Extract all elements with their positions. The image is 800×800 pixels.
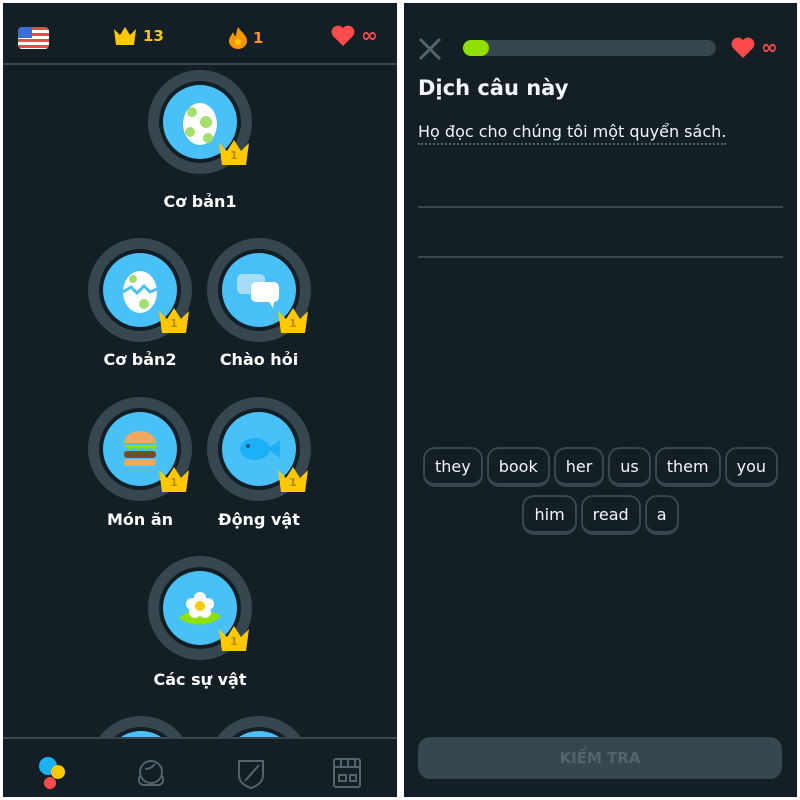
hearts-stat[interactable]: ∞ [331, 23, 378, 47]
flame-icon [229, 27, 247, 49]
streak-stat[interactable]: 1 [229, 27, 263, 49]
skill-node[interactable]: 1 [88, 238, 192, 342]
profile-icon[interactable] [133, 755, 169, 791]
crown-level: 1 [289, 476, 297, 489]
word-tile-book[interactable]: book [486, 447, 550, 487]
word-tile-him[interactable]: him [522, 495, 577, 535]
check-button[interactable]: KIỂM TRA [418, 737, 782, 779]
crown-level: 1 [230, 149, 238, 162]
leagues-shield-icon[interactable] [233, 755, 269, 791]
skill-label: Chào hỏi [219, 350, 299, 369]
skill-node[interactable]: 1 [148, 70, 252, 174]
crown-level: 1 [230, 635, 238, 648]
crown-level: 1 [289, 317, 297, 330]
lesson-progress-bar [463, 40, 716, 56]
hearts-count: ∞ [361, 23, 378, 47]
word-bank-row: him read a [404, 495, 797, 535]
streak-count: 1 [253, 29, 264, 47]
learn-icon[interactable] [35, 755, 71, 791]
skill-node[interactable]: 1 [207, 238, 311, 342]
heart-icon [731, 37, 755, 58]
skill-tree-screen: 13 1 ∞ 1 Cơ bản1 1 Cơ bản2 1 Chào hỏi 1 Món… [3, 3, 397, 797]
crown-icon [114, 27, 136, 45]
skill-label: Cơ bản1 [163, 192, 237, 211]
answer-line [418, 256, 783, 258]
crown-level-badge: 1 [277, 467, 309, 493]
progress-fill [463, 40, 489, 56]
heart-icon [331, 25, 355, 46]
crowns-stat[interactable]: 13 [113, 27, 164, 45]
crown-level-badge: 1 [277, 308, 309, 334]
word-tile-us[interactable]: us [608, 447, 651, 487]
crowns-count: 13 [143, 27, 164, 45]
skill-label: Động vật [218, 510, 300, 529]
skill-node[interactable]: 1 [148, 556, 252, 660]
word-tile-a[interactable]: a [644, 495, 679, 535]
skill-node[interactable]: 1 [88, 397, 192, 501]
shop-icon[interactable] [329, 755, 365, 791]
hearts-stat: ∞ [731, 35, 778, 59]
us-flag-icon[interactable] [18, 27, 49, 49]
word-tile-they[interactable]: they [422, 447, 483, 487]
translate-exercise-screen: ∞ Dịch câu này Họ đọc cho chúng tôi một … [404, 3, 797, 797]
crown-level-badge: 1 [158, 308, 190, 334]
skill-node[interactable]: 1 [207, 397, 311, 501]
word-bank-row: they book her us them you [404, 447, 797, 487]
bottom-nav [3, 737, 397, 797]
answer-line [418, 206, 783, 208]
crown-level: 1 [170, 476, 178, 489]
word-tile-you[interactable]: you [724, 447, 779, 487]
word-tile-her[interactable]: her [553, 447, 605, 487]
crown-level-badge: 1 [218, 626, 250, 652]
crown-level-badge: 1 [218, 140, 250, 166]
word-tile-read[interactable]: read [580, 495, 641, 535]
top-bar: 13 1 ∞ [3, 3, 397, 65]
exercise-title: Dịch câu này [418, 76, 569, 100]
close-icon[interactable] [418, 37, 442, 61]
crown-level-badge: 1 [158, 467, 190, 493]
prompt-sentence[interactable]: Họ đọc cho chúng tôi một quyển sách. [418, 122, 727, 145]
word-tile-them[interactable]: them [654, 447, 721, 487]
crown-level: 1 [170, 317, 178, 330]
skill-label: Các sự vật [153, 670, 247, 689]
hearts-count: ∞ [761, 35, 778, 59]
